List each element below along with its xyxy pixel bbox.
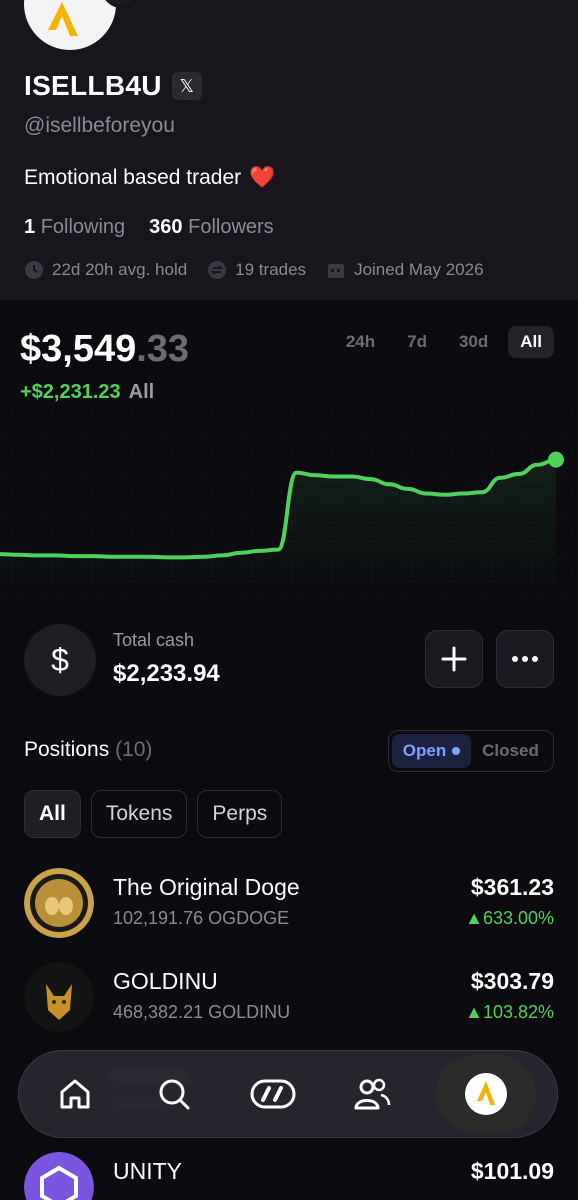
avg-hold-text: 22d 20h avg. hold: [52, 260, 188, 279]
more-dots-icon: [512, 656, 538, 662]
joined-text: Joined May 2026: [354, 260, 484, 279]
following-count: 1: [24, 216, 36, 238]
heart-icon: ❤️: [249, 166, 276, 189]
ogdoge-logo-icon: [24, 868, 94, 938]
following-stat[interactable]: 1 Following: [24, 216, 125, 239]
search-icon: [159, 1079, 190, 1110]
position-name: GOLDINU: [113, 968, 218, 994]
range-24h[interactable]: 24h: [334, 326, 387, 358]
nav-profile[interactable]: [436, 1055, 537, 1133]
range-30d[interactable]: 30d: [447, 326, 500, 358]
nav-social[interactable]: [337, 1059, 407, 1129]
avatar-logo-icon: [48, 2, 78, 36]
portfolio-chart[interactable]: [0, 410, 578, 600]
position-row[interactable]: UNITY $101.09: [24, 1152, 554, 1200]
clock-icon: [25, 261, 43, 279]
position-filters: All Tokens Perps: [24, 790, 283, 838]
open-tab[interactable]: Open: [392, 734, 471, 768]
position-amount: 468,382.21 GOLDINU: [113, 1002, 291, 1022]
avg-hold-meta: 22d 20h avg. hold: [24, 260, 187, 280]
nav-search[interactable]: [139, 1059, 209, 1129]
position-row[interactable]: GOLDINU 468,382.21 GOLDINU $303.79 ▲103.…: [24, 962, 554, 1032]
open-label: Open: [402, 741, 447, 760]
portfolio-balance: $3,549.33: [20, 328, 189, 371]
app-logo-icon: [465, 1073, 508, 1115]
position-value: $303.79: [470, 968, 554, 994]
x-link-icon[interactable]: 𝕏: [171, 72, 202, 100]
profile-handle: @isellbeforeyou: [24, 114, 175, 137]
position-change: ▲103.82%: [465, 1002, 554, 1022]
profile-name: ISELLB4U: [24, 70, 162, 101]
calendar-icon: [328, 264, 345, 278]
trades-meta: 19 trades: [207, 260, 306, 280]
nav-trade[interactable]: [238, 1059, 308, 1129]
pnl-value: +$2,231.23: [20, 381, 121, 403]
position-change: ▲633.00%: [465, 908, 554, 928]
home-icon: [60, 1079, 90, 1109]
users-icon: [354, 1078, 391, 1110]
open-closed-toggle: Open Closed: [388, 730, 554, 772]
avatar-container: [24, 0, 140, 50]
name-row: ISELLB4U 𝕏: [24, 70, 202, 102]
swap-icon: [208, 261, 227, 279]
range-all[interactable]: All: [508, 326, 554, 358]
positions-title: Positions (10): [24, 738, 152, 762]
total-cash-label: Total cash: [113, 630, 195, 650]
profile-bio: Emotional based trader ❤️: [24, 166, 275, 190]
positions-label: Positions: [24, 738, 110, 761]
plus-icon: [441, 646, 467, 672]
pnl-row: +$2,231.23 All: [20, 381, 154, 404]
positions-count: (10): [115, 738, 153, 761]
followers-count: 360: [149, 216, 183, 238]
following-label: Following: [40, 216, 126, 238]
followers-stat[interactable]: 360 Followers: [149, 216, 274, 239]
avatar[interactable]: [24, 0, 116, 50]
profile-meta: 22d 20h avg. hold 19 trades Joined May 2…: [24, 260, 484, 280]
bottom-nav: [18, 1050, 558, 1138]
joined-meta: Joined May 2026: [326, 260, 484, 280]
range-7d[interactable]: 7d: [395, 326, 439, 358]
nav-home[interactable]: [40, 1059, 110, 1129]
position-value: $101.09: [470, 1158, 554, 1184]
unity-logo-icon: [24, 1152, 94, 1200]
position-value: $361.23: [470, 874, 554, 900]
more-options-button[interactable]: [496, 630, 554, 688]
total-cash-value: $2,233.94: [113, 660, 220, 687]
pnl-period: All: [128, 381, 155, 403]
position-amount: 102,191.76 OGDOGE: [113, 908, 290, 928]
add-cash-button[interactable]: [425, 630, 483, 688]
open-dot-icon: [452, 747, 461, 755]
position-name: UNITY: [113, 1158, 182, 1184]
balance-main: $3,549: [20, 328, 137, 370]
follow-stats: 1 Following 360 Followers: [24, 216, 274, 239]
goldinu-logo-icon: [24, 962, 94, 1032]
closed-label: Closed: [482, 741, 539, 760]
trade-icon: [250, 1079, 296, 1109]
bio-text: Emotional based trader: [24, 166, 242, 189]
followers-label: Followers: [188, 216, 274, 238]
range-selector: 24h 7d 30d All: [334, 326, 554, 358]
closed-tab[interactable]: Closed: [471, 734, 550, 768]
dollar-icon: $: [24, 624, 96, 696]
filter-tokens[interactable]: Tokens: [90, 790, 188, 838]
balance-decimal: .33: [136, 328, 190, 370]
filter-all[interactable]: All: [24, 790, 81, 838]
profile-header: ISELLB4U 𝕏 @isellbeforeyou Emotional bas…: [0, 0, 578, 300]
filter-perps[interactable]: Perps: [197, 790, 283, 838]
position-name: The Original Doge: [113, 874, 300, 900]
position-row[interactable]: The Original Doge 102,191.76 OGDOGE $361…: [24, 868, 554, 938]
chart-end-point: [548, 451, 564, 468]
trades-text: 19 trades: [235, 260, 307, 279]
